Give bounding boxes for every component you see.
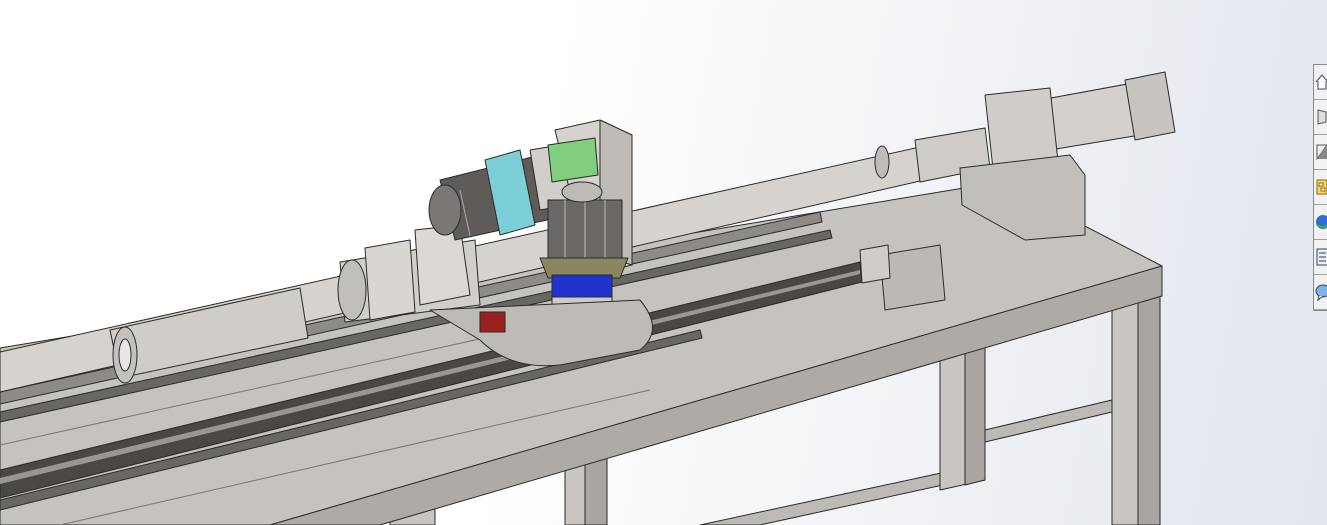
home-icon [1315, 74, 1327, 90]
forum-icon [1315, 284, 1327, 301]
3d-part-icon [1317, 109, 1327, 125]
globe-icon [1316, 215, 1327, 229]
task-pane-tab-home[interactable] [1314, 65, 1327, 100]
task-pane-tabs [1313, 64, 1327, 311]
task-pane-tab-forum[interactable] [1314, 275, 1327, 310]
cad-3d-viewport[interactable] [0, 0, 1327, 525]
task-pane-tab-custom-properties[interactable] [1314, 240, 1327, 275]
task-pane-tab-design-library[interactable] [1314, 135, 1327, 170]
custom-properties-icon [1316, 248, 1327, 266]
task-pane-tab-resources[interactable] [1314, 100, 1327, 135]
task-pane-tab-file-explorer[interactable] [1314, 170, 1327, 205]
file-explorer-icon [1316, 179, 1327, 195]
design-library-icon [1316, 144, 1327, 161]
task-pane-tab-view-palette[interactable] [1314, 205, 1327, 240]
